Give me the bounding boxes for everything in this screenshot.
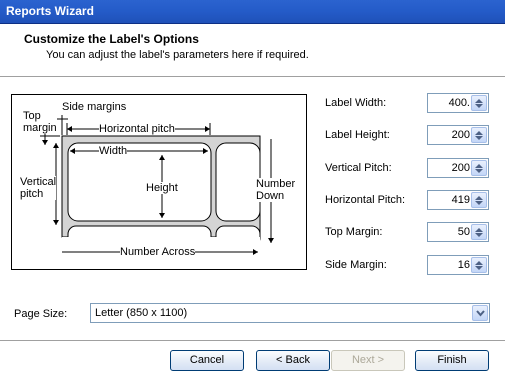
label-layout-diagram: Side margins Top margin Horizontal pitch…	[11, 94, 307, 270]
spin-updown-icon[interactable]	[471, 95, 487, 111]
side-margin-spinner[interactable]: 16	[427, 255, 489, 275]
spin-updown-icon[interactable]	[471, 257, 487, 273]
spin-updown-icon[interactable]	[471, 224, 487, 240]
horizontal-pitch-field-label: Horizontal Pitch:	[325, 194, 406, 206]
page-size-label: Page Size:	[14, 308, 68, 320]
wizard-footer: Cancel < Back Next > Finish	[0, 342, 505, 387]
page-size-dropdown[interactable]: Letter (850 x 1100)	[90, 303, 490, 323]
top-margin-field-label: Top Margin:	[325, 226, 383, 238]
wizard-window: Reports Wizard Customize the Label's Opt…	[0, 0, 505, 387]
number-down-label: Number Down	[256, 178, 296, 202]
vertical-pitch-field-label: Vertical Pitch:	[325, 162, 392, 174]
number-across-label: Number Across	[120, 246, 196, 258]
next-button[interactable]: Next >	[331, 350, 405, 371]
label-height-value[interactable]: 200	[428, 129, 470, 141]
side-margin-field-label: Side Margin:	[325, 259, 387, 271]
label-height-spinner[interactable]: 200	[427, 125, 489, 145]
spin-updown-icon[interactable]	[471, 127, 487, 143]
spin-updown-icon[interactable]	[471, 192, 487, 208]
page-size-value[interactable]: Letter (850 x 1100)	[95, 307, 187, 319]
spin-updown-icon[interactable]	[471, 160, 487, 176]
title-bar: Reports Wizard	[0, 0, 505, 24]
page-subtitle: You can adjust the label's parameters he…	[46, 49, 309, 61]
label-height-label: Label Height:	[325, 129, 390, 141]
window-title: Reports Wizard	[6, 4, 94, 18]
vertical-pitch-label: Vertical pitch	[20, 176, 57, 200]
finish-button[interactable]: Finish	[415, 350, 489, 371]
side-margins-label: Side margins	[62, 101, 127, 113]
back-button[interactable]: < Back	[256, 350, 330, 371]
horizontal-pitch-value[interactable]: 419	[428, 194, 470, 206]
label-width-label: Label Width:	[325, 97, 387, 109]
height-label: Height	[146, 182, 178, 194]
horizontal-pitch-label: Horizontal pitch	[99, 123, 175, 135]
horizontal-pitch-spinner[interactable]: 419	[427, 190, 489, 210]
cancel-button[interactable]: Cancel	[170, 350, 244, 371]
top-margin-spinner[interactable]: 50	[427, 222, 489, 242]
vertical-pitch-spinner[interactable]: 200	[427, 158, 489, 178]
top-margin-value[interactable]: 50	[428, 226, 470, 238]
vertical-pitch-value[interactable]: 200	[428, 162, 470, 174]
chevron-down-icon[interactable]	[472, 305, 488, 321]
top-margin-label: Top margin	[23, 110, 57, 134]
label-width-spinner[interactable]: 400.	[427, 93, 489, 113]
side-margin-value[interactable]: 16	[428, 259, 470, 271]
width-label: Width	[99, 145, 128, 157]
page-title: Customize the Label's Options	[24, 32, 199, 46]
wizard-body: Side margins Top margin Horizontal pitch…	[0, 78, 505, 340]
label-width-value[interactable]: 400.	[428, 97, 470, 109]
wizard-header: Customize the Label's Options You can ad…	[0, 24, 505, 77]
